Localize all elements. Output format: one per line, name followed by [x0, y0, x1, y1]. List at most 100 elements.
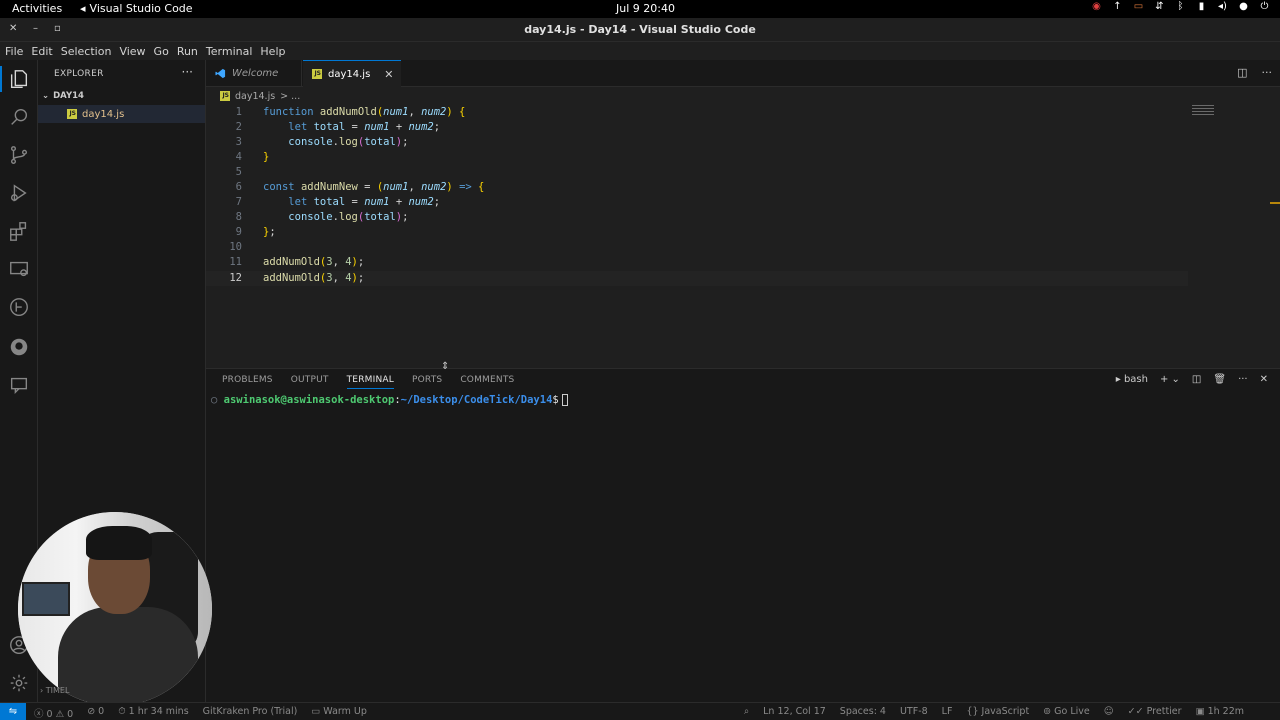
clock[interactable]: Jul 9 20:40: [616, 2, 675, 15]
file-item-day14-js[interactable]: JS day14.js: [38, 105, 205, 123]
breadcrumb-file[interactable]: day14.js: [235, 91, 275, 102]
line-code: };: [263, 226, 276, 238]
code-line: 3 console.log(total);: [206, 135, 1280, 150]
code-line: 7 let total = num1 + num2;: [206, 195, 1280, 210]
more-actions-icon[interactable]: ···: [1262, 66, 1273, 79]
prettier-status[interactable]: ✓✓ Prettier: [1128, 706, 1182, 717]
tab-welcome[interactable]: Welcome: [206, 60, 302, 87]
menu-terminal[interactable]: Terminal: [206, 45, 253, 58]
resize-sash-icon[interactable]: ⇕: [441, 361, 449, 372]
panel-tabs: PROBLEMS OUTPUT TERMINAL PORTS COMMENTS: [222, 375, 514, 389]
more-actions-icon[interactable]: ···: [182, 65, 193, 79]
code-editor[interactable]: 1 function addNumOld(num1, num2) { 2 let …: [206, 103, 1280, 365]
kill-terminal-icon[interactable]: 🗑: [1213, 374, 1226, 385]
indentation[interactable]: Spaces: 4: [840, 706, 886, 717]
language-mode[interactable]: {} JavaScript: [966, 706, 1029, 717]
status-left: ⓧ 0 ⚠ 0 ⊘ 0 ⏱ 1 hr 34 mins GitKraken Pro…: [34, 706, 367, 720]
remote-indicator-icon[interactable]: ⇋: [0, 703, 26, 720]
line-number: 7: [235, 196, 242, 208]
prompt-symbol: $: [552, 394, 559, 406]
menu-file[interactable]: File: [5, 45, 23, 58]
menu-selection[interactable]: Selection: [61, 45, 112, 58]
screen-share-icon[interactable]: ▭: [1133, 1, 1144, 12]
power-icon[interactable]: ⏻: [1259, 1, 1270, 12]
line-number: 11: [229, 256, 242, 268]
activities-button[interactable]: Activities: [12, 2, 62, 15]
source-control-icon[interactable]: [8, 144, 30, 166]
volume-icon[interactable]: ◂): [1217, 1, 1228, 12]
network-icon[interactable]: ⇵: [1154, 1, 1165, 12]
breadcrumb-rest[interactable]: > ...: [280, 91, 300, 102]
explorer-icon[interactable]: [8, 68, 30, 90]
warmup-status[interactable]: ▭ Warm Up: [311, 706, 367, 720]
tab-close-icon[interactable]: ✕: [384, 68, 393, 81]
end-of-line[interactable]: LF: [942, 706, 953, 717]
folder-label: DAY14: [53, 91, 84, 101]
webcam-overlay: [18, 512, 212, 706]
timeline-section[interactable]: › TIMEL: [40, 686, 69, 695]
bluetooth-icon[interactable]: ᛒ: [1175, 1, 1186, 12]
ports-count: 0: [98, 706, 105, 717]
chevron-down-icon: ⌄: [42, 91, 50, 101]
time-tracker[interactable]: ▣ 1h 22m: [1196, 706, 1244, 717]
zoom-icon[interactable]: ⌕: [744, 706, 749, 717]
copilot-icon[interactable]: ☺: [1104, 706, 1114, 717]
menu-view[interactable]: View: [119, 45, 145, 58]
split-editor-icon[interactable]: ◫: [1237, 66, 1247, 79]
cursor-position[interactable]: Ln 12, Col 17: [763, 706, 826, 717]
folder-day14[interactable]: ⌄ DAY14: [42, 91, 84, 101]
vscode-logo-icon: [215, 68, 226, 79]
encoding[interactable]: UTF-8: [900, 706, 928, 717]
battery-icon[interactable]: ▮: [1196, 1, 1207, 12]
active-indicator: [0, 66, 2, 92]
tab-label: day14.js: [328, 68, 371, 80]
search-icon[interactable]: [8, 106, 30, 128]
problems-status[interactable]: ⓧ 0 ⚠ 0: [34, 706, 73, 720]
upload-icon[interactable]: ↑: [1112, 1, 1123, 12]
bottom-panel: ⇕ PROBLEMS OUTPUT TERMINAL PORTS COMMENT…: [206, 361, 1280, 702]
new-terminal-icon[interactable]: + ⌄: [1160, 374, 1180, 385]
file-label: day14.js: [82, 108, 125, 120]
timer-status[interactable]: ⏱ 1 hr 34 mins: [118, 706, 188, 720]
javascript-file-icon: JS: [220, 91, 230, 101]
system-tray: ◉ ↑ ▭ ⇵ ᛒ ▮ ◂) ● ⏻: [1091, 1, 1270, 12]
code-line-current: 12 addNumOld(3, 4);: [206, 271, 1188, 286]
line-code: addNumOld(3, 4);: [263, 256, 365, 268]
comments-icon[interactable]: [8, 374, 30, 396]
terminal-profile[interactable]: ▸ bash: [1116, 374, 1148, 385]
terminal-prompt[interactable]: ○ aswinasok@aswinasok-desktop:~/Desktop/…: [211, 394, 568, 406]
microphone-icon[interactable]: ●: [1238, 1, 1249, 12]
code-line: 11 addNumOld(3, 4);: [206, 255, 1280, 270]
editor-actions: ◫ ···: [1237, 66, 1272, 79]
panel-tab-ports[interactable]: PORTS: [412, 375, 442, 389]
close-panel-icon[interactable]: ✕: [1260, 374, 1268, 385]
tab-day14-js[interactable]: JS day14.js ✕: [303, 60, 401, 87]
panel-tab-comments[interactable]: COMMENTS: [460, 375, 514, 389]
more-actions-icon[interactable]: ···: [1238, 374, 1248, 385]
menu-help[interactable]: Help: [260, 45, 285, 58]
run-debug-icon[interactable]: [8, 182, 30, 204]
minimap[interactable]: [1192, 105, 1214, 119]
ports-status[interactable]: ⊘ 0: [87, 706, 104, 720]
menu-go[interactable]: Go: [154, 45, 169, 58]
gitkraken-icon[interactable]: [8, 336, 30, 358]
line-code: let total = num1 + num2;: [288, 196, 441, 208]
code-line: 5: [206, 165, 1280, 180]
panel-tab-terminal[interactable]: TERMINAL: [346, 375, 394, 389]
go-live[interactable]: ⊚ Go Live: [1043, 706, 1090, 717]
remote-explorer-icon[interactable]: [8, 258, 30, 280]
panel-tab-problems[interactable]: PROBLEMS: [222, 375, 273, 389]
extensions-icon[interactable]: [8, 220, 30, 242]
explorer-header: EXPLORER: [54, 69, 104, 79]
timer-label: 1 hr 34 mins: [128, 706, 189, 717]
split-terminal-icon[interactable]: ◫: [1192, 374, 1201, 385]
recording-icon[interactable]: ◉: [1091, 1, 1102, 12]
line-number: 6: [235, 181, 242, 193]
menu-edit[interactable]: Edit: [31, 45, 52, 58]
shell-label: bash: [1123, 374, 1148, 385]
app-menu[interactable]: ◂ Visual Studio Code: [80, 2, 193, 15]
panel-tab-output[interactable]: OUTPUT: [291, 375, 329, 389]
gitlens-icon[interactable]: [8, 296, 30, 318]
menu-run[interactable]: Run: [177, 45, 198, 58]
gitkraken-status[interactable]: GitKraken Pro (Trial): [203, 706, 298, 720]
